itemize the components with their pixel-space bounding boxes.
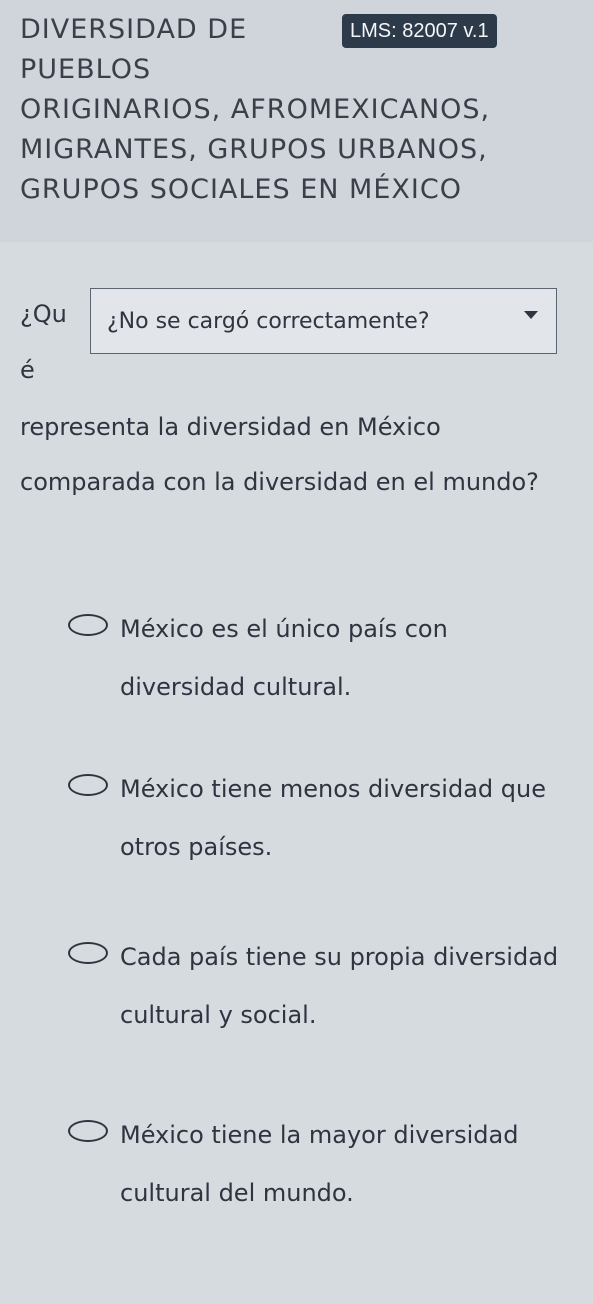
question-text: representa la diversidad en México compa… <box>20 413 539 496</box>
answer-option-1[interactable]: México es el único país con diversidad c… <box>68 600 568 716</box>
answer-option-label: México tiene la mayor diversidad cultura… <box>120 1121 519 1207</box>
answer-option-4[interactable]: México tiene la mayor diversidad cultura… <box>68 1106 568 1222</box>
lesson-header: DIVERSIDAD DE PUEBLOS ORIGINARIOS, AFROM… <box>0 0 593 242</box>
answer-option-label: México es el único país con diversidad c… <box>120 615 448 701</box>
radio-circle-icon[interactable] <box>68 1120 108 1142</box>
lms-badge: LMS: 82007 v.1 <box>342 14 497 48</box>
radio-circle-icon[interactable] <box>68 942 108 964</box>
answer-option-2[interactable]: México tiene menos diversidad que otros … <box>68 760 568 876</box>
answer-option-3[interactable]: Cada país tiene su propia diversidad cul… <box>68 928 568 1044</box>
load-error-dropdown[interactable]: ¿No se cargó correctamente? <box>90 288 557 354</box>
question-text-start: ¿Qu <box>20 300 67 328</box>
answer-option-label: México tiene menos diversidad que otros … <box>120 775 546 861</box>
answer-option-label: Cada país tiene su propia diversidad cul… <box>120 943 559 1029</box>
radio-circle-icon[interactable] <box>68 774 108 796</box>
load-error-label: ¿No se cargó correctamente? <box>107 308 430 334</box>
chevron-down-icon <box>524 311 538 319</box>
radio-circle-icon[interactable] <box>68 614 108 636</box>
question-text-wrap: é <box>20 356 35 384</box>
